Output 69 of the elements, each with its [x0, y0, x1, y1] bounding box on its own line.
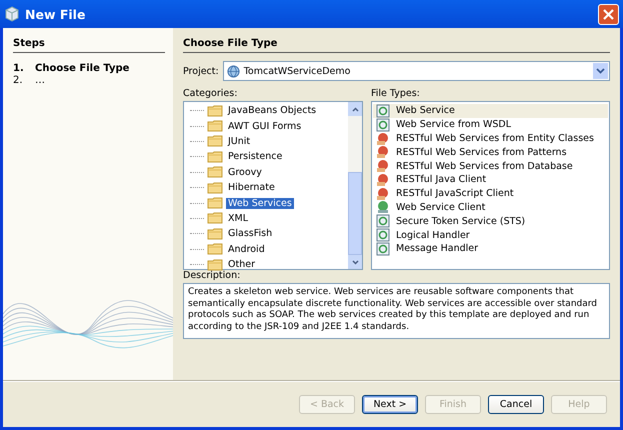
description-label: Description:	[183, 270, 240, 281]
category-item[interactable]: Persistence	[226, 151, 284, 162]
folder-icon	[207, 150, 223, 163]
folder-icon	[207, 228, 223, 240]
folder-icon	[207, 212, 223, 224]
chevron-down-icon	[352, 260, 358, 264]
dropdown-button[interactable]	[593, 63, 608, 79]
step-label: Choose File Type	[35, 63, 130, 75]
project-value: TomcatWServiceDemo	[244, 66, 352, 76]
folder-icon	[207, 135, 223, 148]
window-title: New File	[25, 6, 86, 22]
category-item[interactable]: JavaBeans Objects	[226, 105, 318, 116]
file-type-item[interactable]: Web Service	[373, 104, 608, 118]
description-text: Creates a skeleton web service. Web services are reusable software components that semantically encapsulate discrete functionality. Web services are accessible over standard protocols such as SOAP. The web services created by this template are deployed and run according to the JSR-109 and J2EE 1.4 standards.	[183, 283, 610, 339]
folder-icon	[207, 104, 223, 117]
dialog-button[interactable]: Next >	[362, 394, 418, 414]
category-item[interactable]: Other	[226, 259, 257, 270]
document-icon	[376, 242, 390, 256]
category-item[interactable]: Web Services	[226, 198, 294, 209]
folder-icon	[207, 243, 223, 256]
ball-icon	[376, 132, 390, 146]
close-icon	[603, 8, 614, 20]
document-icon	[376, 104, 390, 118]
file-type-item[interactable]: Message Handler	[373, 242, 608, 256]
chevron-up-icon	[352, 106, 358, 112]
cube-icon	[4, 6, 20, 22]
ball-icon	[376, 145, 390, 160]
file-type-item[interactable]: Logical Handler	[373, 228, 608, 242]
category-item[interactable]: XML	[226, 212, 250, 224]
file-type-item[interactable]: RESTful JavaScript Client	[373, 186, 608, 201]
file-types-label: File Types:	[371, 88, 420, 99]
file-type-item[interactable]: RESTful Web Services from Entity Classes	[373, 132, 608, 146]
ball-icon	[376, 186, 390, 201]
project-dropdown[interactable]: TomcatWServiceDemo	[222, 61, 610, 81]
steps-heading: Steps	[13, 38, 165, 53]
category-item[interactable]: AWT GUI Forms	[226, 120, 304, 132]
step-number: 1.	[13, 63, 25, 75]
category-item[interactable]: Hibernate	[226, 182, 277, 194]
folder-icon	[207, 258, 223, 271]
file-type-item[interactable]: RESTful Web Services from Database	[373, 159, 608, 173]
folder-icon	[207, 182, 223, 194]
file-type-item[interactable]: Web Service from WSDL	[373, 118, 608, 132]
ball-icon	[376, 159, 390, 174]
categories-label: Categories:	[183, 88, 238, 99]
globe-icon	[226, 64, 240, 78]
close-button[interactable]	[598, 4, 619, 24]
file-type-item[interactable]: RESTful Java Client	[373, 172, 608, 187]
category-item[interactable]: Android	[226, 244, 267, 255]
step-number: 2.	[13, 75, 24, 87]
category-item[interactable]: Groovy	[226, 166, 264, 178]
step-label: …	[35, 75, 45, 87]
document-icon	[376, 214, 390, 228]
ball-icon	[376, 172, 390, 187]
panel-heading: Choose File Type	[183, 38, 610, 53]
file-type-item[interactable]: Web Service Client	[373, 200, 608, 214]
chevron-down-icon	[596, 68, 605, 74]
folder-icon	[207, 166, 223, 178]
project-label: Project:	[183, 66, 219, 76]
document-icon	[376, 118, 390, 132]
folder-icon	[207, 197, 223, 210]
category-item[interactable]: GlassFish	[226, 228, 274, 240]
folder-icon	[207, 120, 223, 132]
document-icon	[376, 228, 390, 242]
category-item[interactable]: JUnit	[226, 136, 252, 147]
file-type-item[interactable]: Secure Token Service (STS)	[373, 214, 608, 228]
file-type-item[interactable]: RESTful Web Services from Patterns	[373, 145, 608, 160]
globe-icon	[376, 200, 390, 214]
dialog-button[interactable]: Cancel	[488, 394, 544, 414]
scrollbar[interactable]	[348, 102, 362, 269]
